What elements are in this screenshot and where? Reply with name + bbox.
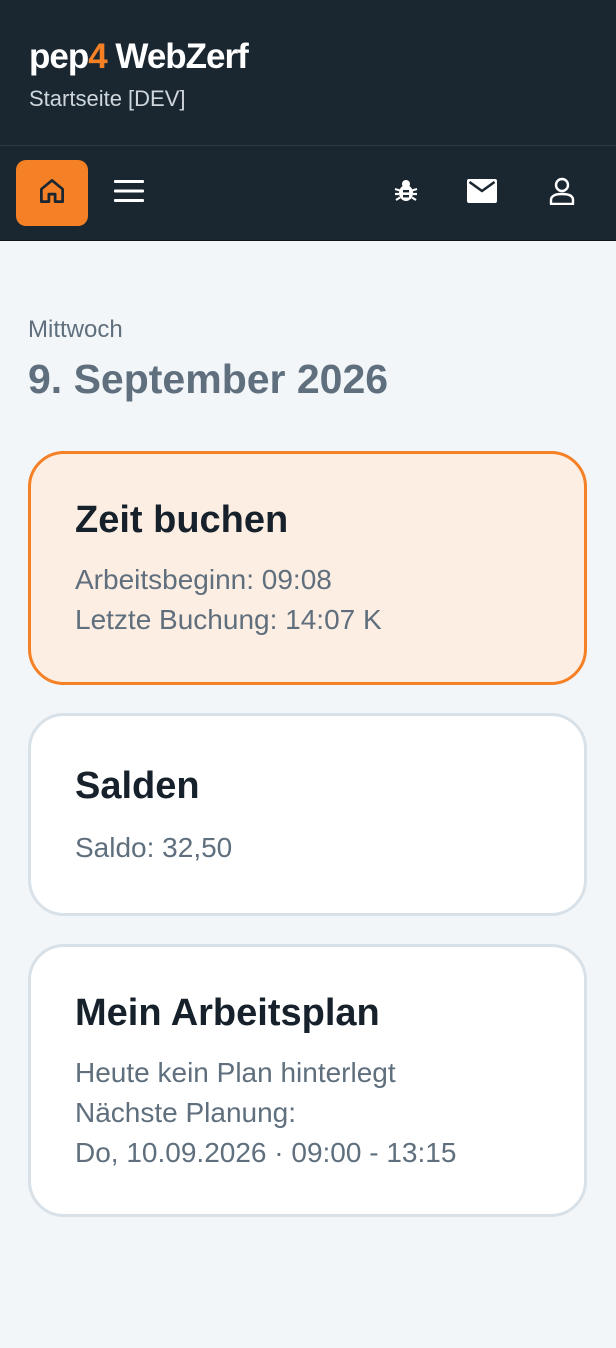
weekday-label: Mittwoch: [28, 316, 123, 343]
toolbar: [0, 146, 616, 241]
app-title-prefix: pep: [29, 37, 89, 76]
card-title: Salden: [75, 765, 200, 807]
app-header: pep4 WebZerf Startseite [DEV]: [0, 0, 616, 146]
next-plan-value: Do, 10.09.2026 · 09:00 - 13:15: [75, 1137, 457, 1168]
work-schedule-card[interactable]: Mein Arbeitsplan Heute kein Plan hinterl…: [28, 944, 587, 1217]
last-booking-text: Letzte Buchung: 14:07 K: [75, 604, 382, 635]
menu-button[interactable]: [108, 172, 150, 214]
card-title: Zeit buchen: [75, 499, 289, 541]
bug-report-button[interactable]: [385, 172, 427, 214]
card-title: Mein Arbeitsplan: [75, 992, 380, 1034]
balance-text: Saldo: 32,50: [75, 832, 233, 863]
page-subtitle: Startseite [DEV]: [29, 86, 186, 111]
messages-button[interactable]: [461, 172, 503, 214]
user-profile-button[interactable]: [541, 172, 583, 214]
date-heading: 9. September 2026: [28, 356, 389, 402]
mail-icon: [467, 178, 497, 208]
app-title: pep4 WebZerf: [29, 36, 249, 78]
user-icon: [549, 177, 575, 210]
today-plan-text: Heute kein Plan hinterlegt: [75, 1057, 396, 1088]
hamburger-menu-icon: [114, 179, 144, 208]
app-title-suffix: WebZerf: [106, 37, 248, 76]
balances-card[interactable]: Salden Saldo: 32,50: [28, 713, 587, 916]
home-button[interactable]: [16, 160, 88, 226]
bug-icon: [394, 178, 418, 209]
time-booking-card[interactable]: Zeit buchen Arbeitsbeginn: 09:08 Letzte …: [28, 451, 587, 685]
next-plan-label: Nächste Planung:: [75, 1097, 297, 1128]
work-start-text: Arbeitsbeginn: 09:08: [75, 564, 332, 595]
home-icon: [37, 176, 67, 211]
app-title-accent: 4: [88, 37, 107, 76]
